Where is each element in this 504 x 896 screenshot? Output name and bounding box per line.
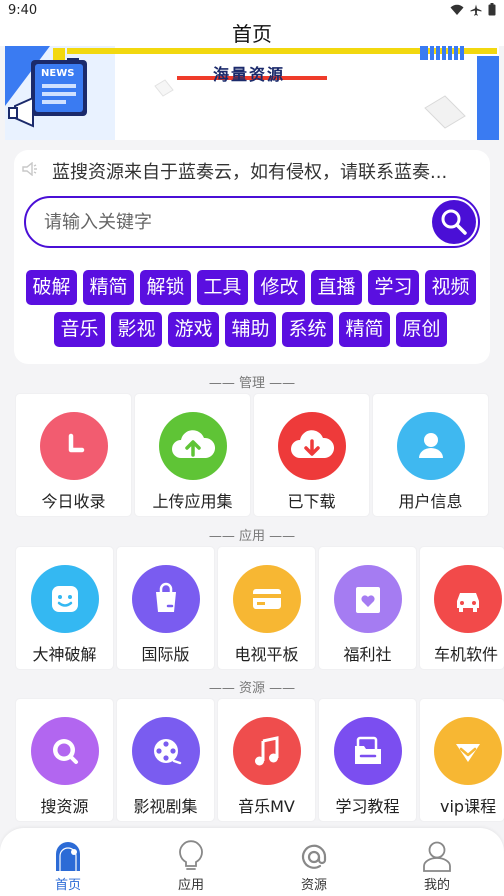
status-time: 9:40 (8, 3, 38, 18)
search-icon (441, 209, 467, 235)
tag-xitong[interactable]: 系统 (282, 312, 333, 347)
notice-bar[interactable]: 蓝搜资源来自于蓝奏云，如有侵权，请联系蓝奏... (22, 158, 482, 184)
nav-resources[interactable]: 资源 (251, 834, 377, 894)
section-title-resources: —— 资源 —— (208, 681, 296, 696)
user-icon (396, 412, 465, 480)
nav-apps[interactable]: 应用 (128, 834, 254, 894)
section-title-management: —— 管理 —— (208, 376, 296, 391)
tile-music-mv[interactable]: 音乐MV (218, 699, 315, 821)
search-card: 蓝搜资源来自于蓝奏云，如有侵权，请联系蓝奏... 破解 精简 解锁 工具 修改 … (14, 150, 490, 364)
tile-label: 福利社 (343, 645, 392, 664)
at-icon (299, 838, 329, 872)
nav-label: 应用 (177, 878, 204, 893)
tile-dashen-crack[interactable]: 大神破解 (16, 547, 113, 669)
bottom-nav: 首页 应用 资源 我的 (0, 828, 504, 896)
tile-label: 今日收录 (41, 492, 106, 511)
tag-yingshi[interactable]: 影视 (111, 312, 162, 347)
bag-icon (131, 565, 200, 633)
tag-youxi[interactable]: 游戏 (168, 312, 219, 347)
news-banner[interactable]: NEWS 海量资源 (5, 46, 499, 140)
clock-icon (39, 412, 108, 480)
nav-label: 资源 (300, 878, 327, 893)
airplane-icon (470, 4, 482, 16)
home-icon (53, 838, 83, 872)
tile-film-series[interactable]: 影视剧集 (117, 699, 214, 821)
tile-label: 国际版 (141, 645, 190, 664)
banner-headline: 海量资源 (213, 65, 286, 84)
tile-user-info[interactable]: 用户信息 (373, 394, 488, 516)
tag-xiugai[interactable]: 修改 (254, 270, 305, 305)
section-title-apps: —— 应用 —— (208, 529, 296, 544)
tile-label: 大神破解 (32, 645, 97, 664)
tag-jingjian-2[interactable]: 精简 (339, 312, 390, 347)
speaker-icon (22, 161, 42, 180)
tile-label: 车机软件 (434, 645, 499, 664)
tile-label: 电视平板 (234, 645, 299, 664)
car-icon (434, 565, 502, 633)
tag-gongju[interactable]: 工具 (197, 270, 248, 305)
tag-yuanchuang[interactable]: 原创 (396, 312, 447, 347)
profile-icon (422, 838, 452, 872)
page-title: 首页 (0, 22, 504, 46)
tile-search-resources[interactable]: 搜资源 (16, 699, 113, 821)
smile-icon (30, 565, 99, 633)
tile-label: 上传应用集 (152, 492, 233, 511)
status-bar: 9:40 (0, 0, 504, 22)
bulb-icon (176, 838, 206, 872)
search-input[interactable] (44, 209, 414, 235)
download-cloud-icon (277, 412, 346, 480)
banner-badge: NEWS (41, 68, 75, 79)
upload-cloud-icon (158, 412, 227, 480)
nav-label: 我的 (423, 878, 450, 893)
tile-downloaded[interactable]: 已下载 (254, 394, 369, 516)
tile-label: vip课程 (440, 797, 497, 816)
nav-home[interactable]: 首页 (5, 834, 131, 894)
card-icon (232, 565, 301, 633)
tile-label: 影视剧集 (133, 797, 198, 816)
gift-heart-icon (333, 565, 402, 633)
tile-vip-courses[interactable]: vip课程 (420, 699, 504, 821)
diamond-icon (434, 717, 502, 785)
tag-xuexi[interactable]: 学习 (368, 270, 419, 305)
search-box (24, 196, 480, 248)
search-button[interactable] (432, 200, 476, 244)
tile-upload-collection[interactable]: 上传应用集 (135, 394, 250, 516)
tile-label: 用户信息 (398, 492, 463, 511)
music-icon (232, 717, 301, 785)
tag-jingjian[interactable]: 精简 (83, 270, 134, 305)
tag-shipin[interactable]: 视频 (425, 270, 476, 305)
tag-fuzhu[interactable]: 辅助 (225, 312, 276, 347)
nav-label: 首页 (54, 878, 81, 893)
wifi-icon (450, 4, 464, 15)
search-icon (30, 717, 99, 785)
tile-label: 已下载 (287, 492, 336, 511)
nav-mine[interactable]: 我的 (374, 834, 500, 894)
film-reel-icon (131, 717, 200, 785)
tile-welfare[interactable]: 福利社 (319, 547, 416, 669)
tile-today-collected[interactable]: 今日收录 (16, 394, 131, 516)
tag-zhibo[interactable]: 直播 (311, 270, 362, 305)
tag-yinyue[interactable]: 音乐 (54, 312, 105, 347)
folder-icon (333, 717, 402, 785)
tile-label: 搜资源 (40, 797, 89, 816)
tag-pojie[interactable]: 破解 (26, 270, 77, 305)
tile-international[interactable]: 国际版 (117, 547, 214, 669)
tile-label: 音乐MV (238, 797, 295, 816)
battery-icon (488, 3, 496, 16)
tile-car-software[interactable]: 车机软件 (420, 547, 504, 669)
tile-label: 学习教程 (335, 797, 400, 816)
tile-tv-tablet[interactable]: 电视平板 (218, 547, 315, 669)
tag-jiesuo[interactable]: 解锁 (140, 270, 191, 305)
tile-learning-tutorials[interactable]: 学习教程 (319, 699, 416, 821)
status-icons (450, 3, 496, 16)
notice-text: 蓝搜资源来自于蓝奏云，如有侵权，请联系蓝奏... (52, 162, 448, 183)
